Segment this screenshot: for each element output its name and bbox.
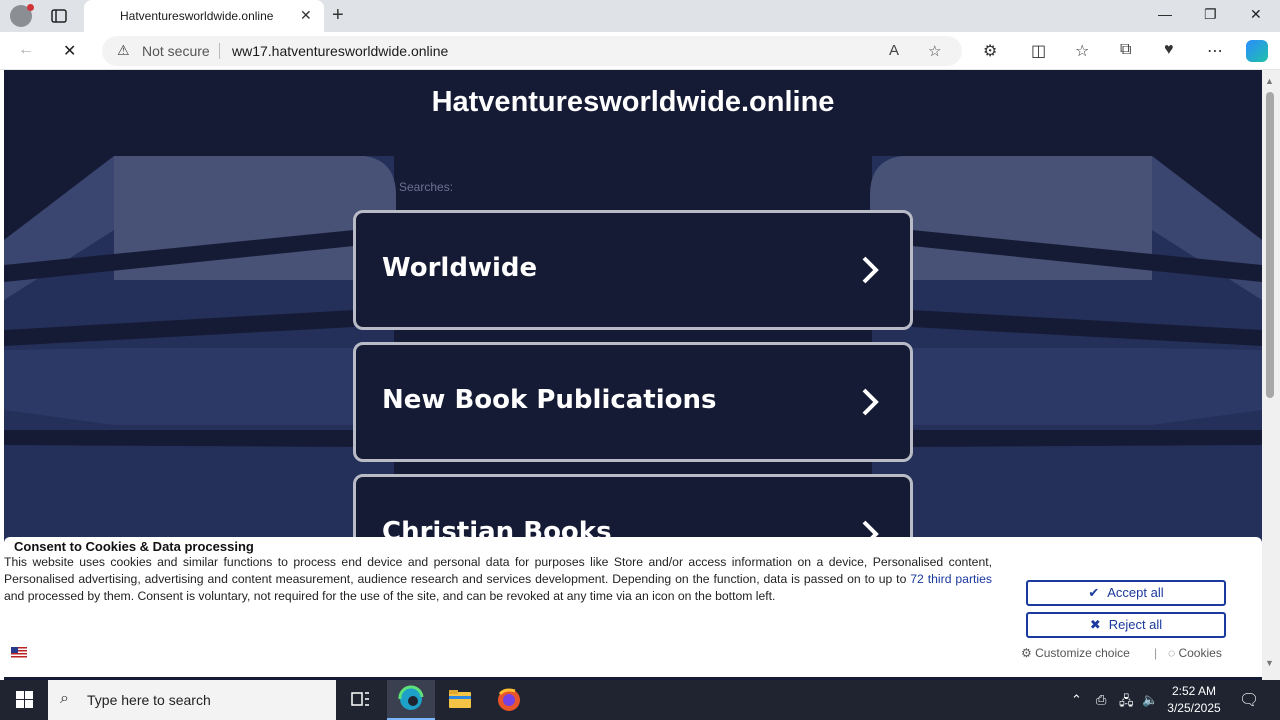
address-bar[interactable]: ⚠ Not secure ww17.hatventuresworldwide.o… <box>102 36 962 66</box>
clock-date: 3/25/2025 <box>1167 701 1221 715</box>
back-icon[interactable]: ← <box>18 41 34 59</box>
copilot-icon[interactable] <box>1246 40 1268 62</box>
close-tab-icon[interactable]: ✕ <box>300 7 312 24</box>
collections-icon[interactable]: ⧉ <box>1120 41 1131 59</box>
security-status[interactable]: Not secure <box>142 43 210 59</box>
read-aloud-icon[interactable]: A <box>889 42 899 59</box>
consent-text-part: This website uses cookies and similar fu… <box>4 555 992 586</box>
search-link-new-book-publications[interactable]: New Book Publications <box>353 342 913 462</box>
split-screen-icon[interactable]: ◫ <box>1031 41 1046 61</box>
favorite-star-icon[interactable]: ☆ <box>928 42 941 60</box>
edge-browser-icon[interactable] <box>387 680 435 720</box>
searches-label: Searches: <box>399 180 454 194</box>
chevron-right-icon <box>862 388 879 416</box>
tab-actions-icon[interactable] <box>50 7 68 25</box>
notifications-icon[interactable]: 🗨 <box>1239 690 1259 710</box>
warning-icon[interactable]: ⚠ <box>117 42 130 59</box>
card-label: Worldwide <box>382 253 538 283</box>
task-view-icon[interactable] <box>336 680 384 720</box>
page-scrollbar[interactable]: ▲ ▼ <box>1262 70 1280 680</box>
clock-time: 2:52 AM <box>1171 684 1217 698</box>
consent-text: This website uses cookies and similar fu… <box>4 554 992 605</box>
accept-all-label: Accept all <box>1107 585 1164 600</box>
third-parties-link[interactable]: 72 third parties <box>910 572 992 586</box>
browser-essentials-icon[interactable]: ♥ <box>1164 41 1174 59</box>
network-icon[interactable]: 🖧 <box>1119 692 1134 714</box>
file-explorer-icon[interactable] <box>436 680 484 720</box>
consent-title: Consent to Cookies & Data processing <box>14 539 254 554</box>
more-menu-icon[interactable]: ⋯ <box>1207 41 1223 61</box>
system-clock[interactable]: 2:52 AM 3/25/2025 <box>1164 683 1224 717</box>
close-window-icon[interactable]: ✕ <box>1250 6 1262 23</box>
cookies-link[interactable]: ◌ Cookies <box>1168 646 1222 660</box>
cookie-consent-banner: Consent to Cookies & Data processing Thi… <box>4 537 1262 677</box>
profile-avatar-icon[interactable] <box>10 4 34 27</box>
search-link-worldwide[interactable]: Worldwide <box>353 210 913 330</box>
windows-start-icon[interactable] <box>16 691 33 708</box>
reject-all-button[interactable]: ✖ Reject all <box>1026 612 1226 638</box>
link-separator: | <box>1154 646 1158 660</box>
url-text[interactable]: ww17.hatventuresworldwide.online <box>232 43 448 59</box>
new-tab-icon[interactable]: + <box>332 4 344 27</box>
extensions-icon[interactable]: ⚙ <box>983 41 997 61</box>
tab-bar: Hatventuresworldwide.online ✕ + — ❐ ✕ <box>0 0 1280 32</box>
checkmark-icon: ✔ <box>1088 585 1100 600</box>
firefox-icon[interactable] <box>485 680 533 720</box>
windows-taskbar: ⌕ Type here to search ⌃ ⎙ 🖧 🔈 2:52 AM 3/… <box>0 680 1280 720</box>
scroll-down-icon[interactable]: ▼ <box>1265 658 1274 668</box>
cookies-label: Cookies <box>1178 646 1222 660</box>
stop-loading-icon[interactable]: ✕ <box>63 41 76 61</box>
search-placeholder: Type here to search <box>87 692 211 708</box>
search-icon: ⌕ <box>60 690 69 707</box>
consent-text-part: and processed by them. Consent is volunt… <box>4 589 776 603</box>
active-tab[interactable]: Hatventuresworldwide.online ✕ <box>84 0 324 32</box>
tab-title: Hatventuresworldwide.online <box>120 9 274 23</box>
accept-all-button[interactable]: ✔ Accept all <box>1026 580 1226 606</box>
chevron-right-icon <box>862 256 879 284</box>
site-title: Hatventuresworldwide.online <box>431 86 835 118</box>
language-flag-icon[interactable] <box>11 647 27 658</box>
restore-icon[interactable]: ❐ <box>1204 6 1217 23</box>
favorites-icon[interactable]: ☆ <box>1075 41 1089 61</box>
reject-all-label: Reject all <box>1108 617 1163 632</box>
scroll-thumb[interactable] <box>1266 92 1274 398</box>
show-hidden-icons-icon[interactable]: ⌃ <box>1071 692 1082 708</box>
customize-choice-label: Customize choice <box>1035 646 1130 660</box>
x-icon: ✖ <box>1089 617 1101 632</box>
volume-icon[interactable]: 🔈 <box>1142 692 1158 708</box>
device-icon[interactable]: ⎙ <box>1096 692 1106 708</box>
card-label: New Book Publications <box>382 385 717 415</box>
divider <box>219 43 220 59</box>
customize-choice-link[interactable]: ⚙ Customize choice <box>1021 646 1130 660</box>
scroll-up-icon[interactable]: ▲ <box>1265 76 1274 86</box>
taskbar-search-box[interactable]: ⌕ Type here to search <box>48 680 336 720</box>
minimize-icon[interactable]: — <box>1158 6 1172 22</box>
